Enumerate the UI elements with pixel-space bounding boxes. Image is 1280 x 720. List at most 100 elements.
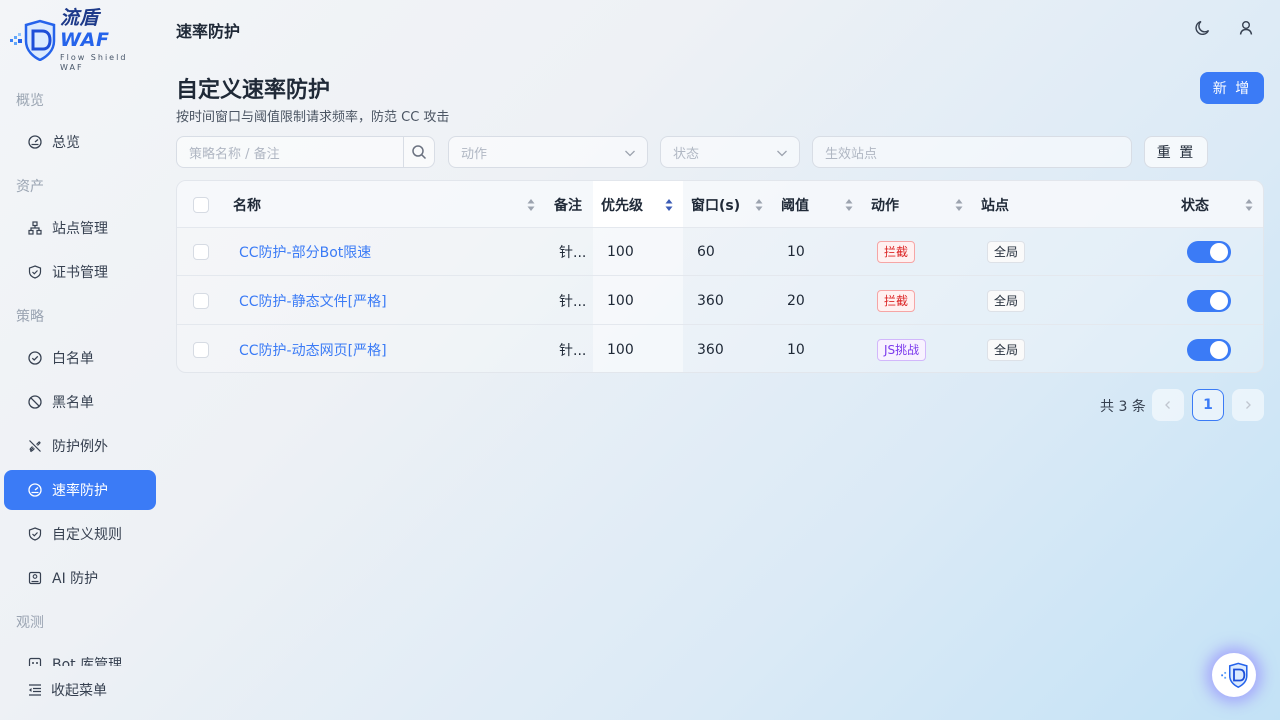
action-select[interactable]: 动作 xyxy=(448,136,648,168)
chevron-left-icon xyxy=(1165,401,1170,409)
sidebar-item-overview[interactable]: 总览 xyxy=(4,122,156,162)
ban-icon xyxy=(28,395,42,409)
brand-tagline: Flow Shield WAF xyxy=(60,53,128,72)
sidebar-item-custom-rules[interactable]: 自定义规则 xyxy=(4,514,156,554)
status-toggle[interactable] xyxy=(1187,277,1231,325)
brand-name-cn: 流盾 xyxy=(60,7,100,29)
bot-icon xyxy=(28,657,42,666)
shield-check-icon xyxy=(28,265,42,279)
row-checkbox[interactable] xyxy=(193,326,209,372)
dashboard-icon xyxy=(28,135,42,149)
check-circle-icon xyxy=(28,351,42,365)
unlink-icon xyxy=(28,439,42,453)
sidebar-item-label: AI 防护 xyxy=(52,571,99,587)
prev-page-button[interactable] xyxy=(1152,389,1184,421)
search-input[interactable]: 策略名称 / 备注 xyxy=(176,136,404,168)
sidebar-item-sites[interactable]: 站点管理 xyxy=(4,208,156,248)
sidebar-item-label: 防护例外 xyxy=(52,439,108,455)
rule-window: 60 xyxy=(697,244,715,260)
sidebar-item-label: 总览 xyxy=(52,135,80,151)
sidebar-item-label: 黑名单 xyxy=(52,395,94,411)
add-button[interactable]: 新 增 xyxy=(1200,72,1264,104)
rule-priority: 100 xyxy=(607,244,634,260)
site-tag: 全局 xyxy=(987,241,1026,263)
action-placeholder: 动作 xyxy=(461,146,488,162)
table-row[interactable]: CC防护-部分Bot限速 针... 100 60 10 拦截 全局 xyxy=(177,228,1263,276)
nav-group-assets: 资产 xyxy=(16,179,44,195)
page-number-button[interactable]: 1 xyxy=(1192,389,1224,421)
collapse-menu-button[interactable]: 收起菜单 xyxy=(28,680,107,700)
sort-asc-icon[interactable] xyxy=(665,198,673,212)
sort-icon[interactable] xyxy=(755,198,763,212)
status-toggle[interactable] xyxy=(1187,228,1231,276)
chevron-down-icon xyxy=(625,150,635,157)
sidebar-item-whitelist[interactable]: 白名单 xyxy=(4,338,156,378)
column-header-priority[interactable]: 优先级 xyxy=(601,181,643,228)
action-tag-block: 拦截 xyxy=(877,241,916,263)
assistant-fab-button[interactable] xyxy=(1212,653,1256,697)
rule-threshold: 20 xyxy=(787,293,805,309)
chevron-down-icon xyxy=(777,150,787,157)
brand-logo[interactable]: 流盾 WAF Flow Shield WAF xyxy=(10,7,150,72)
rule-priority: 100 xyxy=(607,342,634,358)
sidebar-item-label: 速率防护 xyxy=(52,483,108,499)
status-select[interactable]: 状态 xyxy=(660,136,800,168)
nav-menu: 概览 总览 资产 站点管理 证书管理 策略 白名单 黑名单 防护例外 速率防护 … xyxy=(0,80,160,666)
sidebar-item-exceptions[interactable]: 防护例外 xyxy=(4,426,156,466)
sort-icon[interactable] xyxy=(955,198,963,212)
site-placeholder: 生效站点 xyxy=(825,146,878,162)
status-toggle[interactable] xyxy=(1187,326,1231,372)
reset-button[interactable]: 重 置 xyxy=(1144,136,1208,168)
sort-icon[interactable] xyxy=(845,198,853,212)
site-select[interactable]: 生效站点 xyxy=(812,136,1132,168)
search-placeholder: 策略名称 / 备注 xyxy=(189,146,280,162)
rate-limit-table: 名称 备注 优先级 窗口(s) 阈值 动作 站点 状态 CC防护-部分Bot限速… xyxy=(176,180,1264,373)
rule-window: 360 xyxy=(697,342,724,358)
sidebar-item-rate-limit[interactable]: 速率防护 xyxy=(4,470,156,510)
sidebar-item-bot-library[interactable]: Bot 库管理 xyxy=(4,644,156,666)
table-row[interactable]: CC防护-动态网页[严格] 针... 100 360 10 JS挑战 全局 xyxy=(177,326,1263,372)
nav-group-policy: 策略 xyxy=(16,309,44,325)
column-header-status[interactable]: 状态 xyxy=(1181,181,1209,228)
rule-name-link[interactable]: CC防护-部分Bot限速 xyxy=(239,228,371,276)
rule-note: 针... xyxy=(559,245,587,261)
shield-logo-icon xyxy=(10,19,56,62)
shield-check-icon xyxy=(28,527,42,541)
user-icon[interactable] xyxy=(1236,18,1256,38)
sidebar-item-label: 站点管理 xyxy=(52,221,108,237)
rule-name-link[interactable]: CC防护-静态文件[严格] xyxy=(239,277,387,325)
gauge-icon xyxy=(28,483,42,497)
sidebar-item-certificates[interactable]: 证书管理 xyxy=(4,252,156,292)
rule-window: 360 xyxy=(697,293,724,309)
sidebar-item-ai-protection[interactable]: AI 防护 xyxy=(4,558,156,598)
column-header-action[interactable]: 动作 xyxy=(871,181,899,228)
search-button[interactable] xyxy=(403,136,435,168)
sidebar-item-label: 白名单 xyxy=(52,351,94,367)
brand-name-en: WAF xyxy=(60,29,110,51)
site-tag: 全局 xyxy=(987,290,1026,312)
chevron-right-icon xyxy=(1246,401,1251,409)
action-tag-block: 拦截 xyxy=(877,290,916,312)
nav-group-observe: 观测 xyxy=(16,615,44,631)
select-all-checkbox[interactable] xyxy=(193,181,209,228)
row-checkbox[interactable] xyxy=(193,277,209,325)
action-tag-challenge: JS挑战 xyxy=(877,339,927,361)
sort-icon[interactable] xyxy=(527,198,535,212)
column-header-window[interactable]: 窗口(s) xyxy=(691,181,740,228)
page-title: 自定义速率防护 xyxy=(176,78,331,103)
collapse-menu-label: 收起菜单 xyxy=(51,683,107,699)
sort-icon[interactable] xyxy=(1245,198,1253,212)
column-header-name[interactable]: 名称 xyxy=(233,181,261,228)
next-page-button[interactable] xyxy=(1232,389,1264,421)
rule-threshold: 10 xyxy=(787,342,805,358)
rule-name-link[interactable]: CC防护-动态网页[严格] xyxy=(239,326,387,372)
status-placeholder: 状态 xyxy=(673,146,700,162)
row-checkbox[interactable] xyxy=(193,228,209,276)
moon-icon[interactable] xyxy=(1193,18,1213,38)
sidebar-item-label: 证书管理 xyxy=(52,265,108,281)
sitemap-icon xyxy=(28,221,42,235)
column-header-note: 备注 xyxy=(554,197,582,214)
column-header-threshold[interactable]: 阈值 xyxy=(781,181,809,228)
table-row[interactable]: CC防护-静态文件[严格] 针... 100 360 20 拦截 全局 xyxy=(177,277,1263,325)
sidebar-item-blacklist[interactable]: 黑名单 xyxy=(4,382,156,422)
